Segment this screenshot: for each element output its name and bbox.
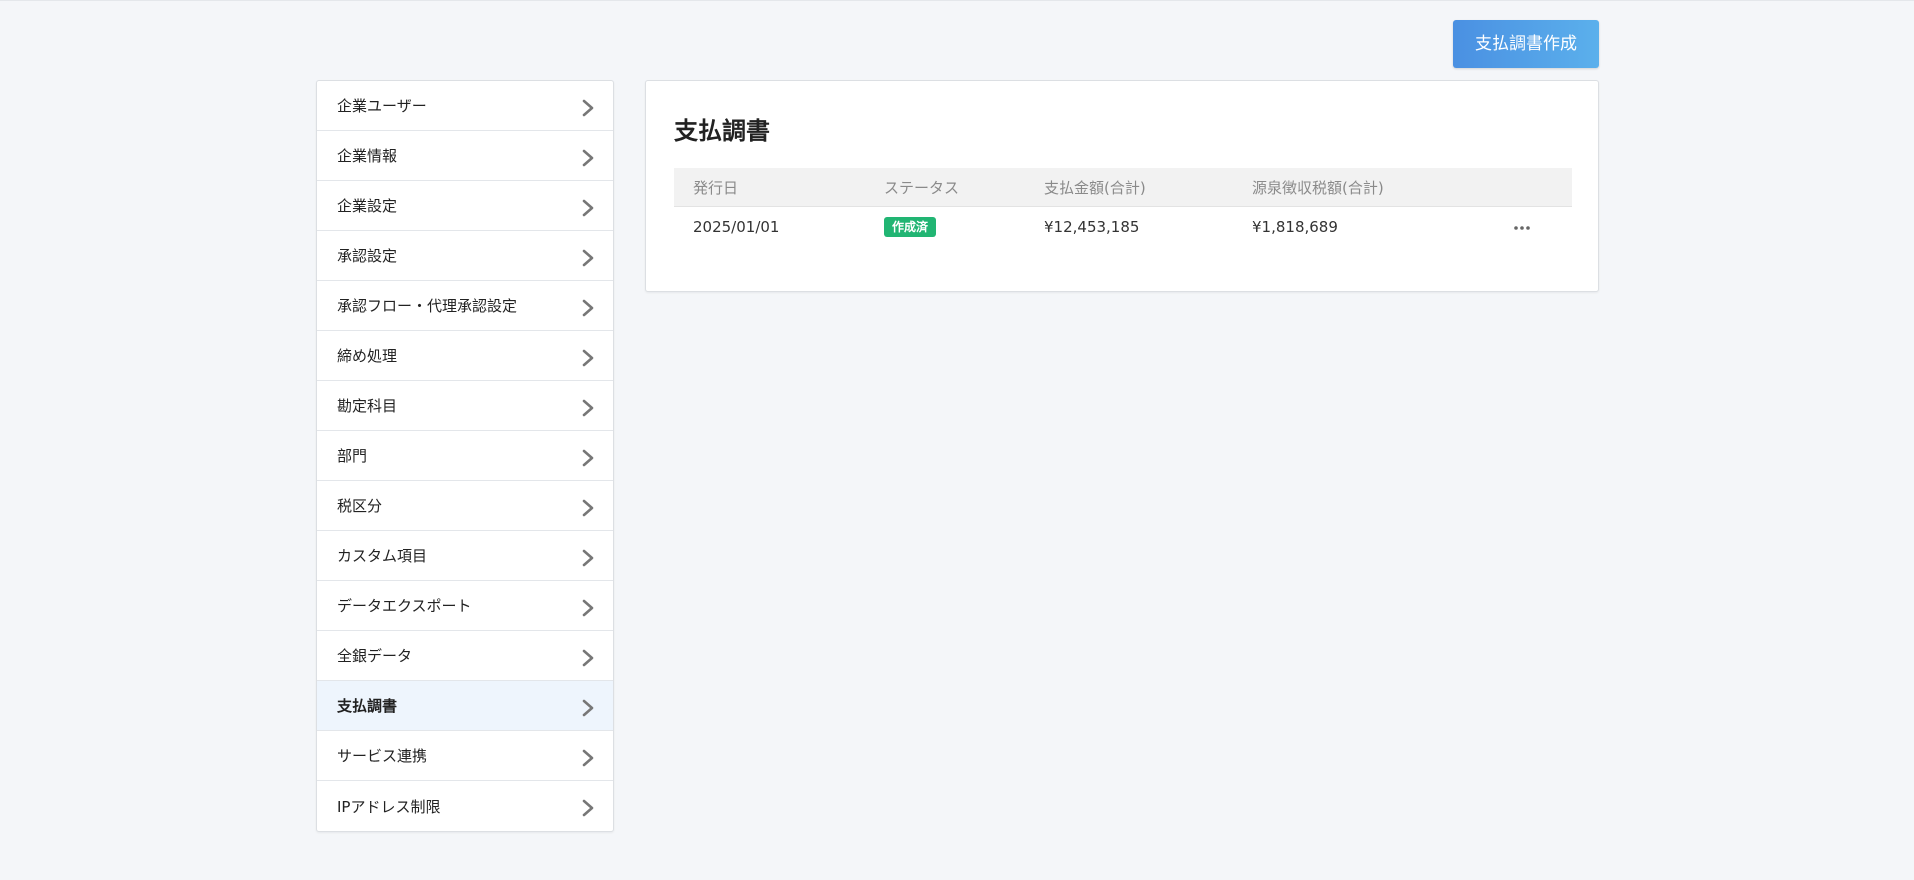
sidebar-item-label: データエクスポート (337, 597, 472, 615)
sidebar-item-ip-restriction[interactable]: IPアドレス制限 (317, 781, 613, 831)
column-header-actions (1492, 168, 1572, 207)
chevron-right-icon (582, 749, 594, 766)
chevron-right-icon (582, 499, 594, 516)
chevron-right-icon (582, 549, 594, 566)
chevron-right-icon (582, 449, 594, 466)
sidebar-item-approval-settings[interactable]: 承認設定 (317, 231, 613, 281)
sidebar-item-label: カスタム項目 (337, 547, 428, 565)
table-row[interactable]: 2025/01/01 作成済 ¥12,453,185 ¥1,818,689 (674, 207, 1572, 248)
sidebar-item-accounts[interactable]: 勘定科目 (317, 381, 613, 431)
chevron-right-icon (582, 699, 594, 716)
page-title: 支払調書 (674, 117, 770, 145)
sidebar-item-label: 部門 (337, 447, 368, 465)
create-payment-record-button[interactable]: 支払調書作成 (1453, 20, 1599, 68)
chevron-right-icon (582, 299, 594, 316)
sidebar-item-label: 勘定科目 (337, 397, 398, 415)
sidebar-item-company-settings[interactable]: 企業設定 (317, 181, 613, 231)
sidebar-item-company-info[interactable]: 企業情報 (317, 131, 613, 181)
sidebar-item-approval-flow[interactable]: 承認フロー・代理承認設定 (317, 281, 613, 331)
sidebar-item-label: 承認設定 (337, 247, 398, 265)
sidebar-item-company-users[interactable]: 企業ユーザー (317, 81, 613, 131)
issue-date-cell: 2025/01/01 (693, 218, 780, 236)
payment-records-table: 発行日 ステータス 支払金額(合計) 源泉徴収税額(合計) 2025/01/01… (674, 168, 1572, 247)
chevron-right-icon (582, 349, 594, 366)
more-horizontal-icon[interactable] (1511, 221, 1533, 235)
sidebar-item-label: 支払調書 (337, 697, 398, 715)
page: 支払調書作成 企業ユーザー 企業情報 企業設定 承認設定 承認フロー・代理承認設… (0, 0, 1914, 880)
chevron-right-icon (582, 399, 594, 416)
chevron-right-icon (582, 599, 594, 616)
column-header-status: ステータス (865, 168, 1025, 207)
chevron-right-icon (582, 99, 594, 116)
sidebar-item-data-export[interactable]: データエクスポート (317, 581, 613, 631)
chevron-right-icon (582, 799, 594, 817)
column-header-issue-date: 発行日 (674, 168, 865, 207)
sidebar-item-label: 企業情報 (337, 147, 398, 165)
sidebar-item-label: 締め処理 (337, 347, 398, 365)
chevron-right-icon (582, 199, 594, 216)
sidebar-item-label: サービス連携 (337, 747, 428, 765)
sidebar-item-closing[interactable]: 締め処理 (317, 331, 613, 381)
chevron-right-icon (582, 249, 594, 266)
withholding-total-cell: ¥1,818,689 (1252, 218, 1338, 236)
sidebar-item-label: 税区分 (337, 497, 383, 515)
sidebar-item-service-integration[interactable]: サービス連携 (317, 731, 613, 781)
status-badge: 作成済 (884, 217, 937, 237)
payment-total-cell: ¥12,453,185 (1044, 218, 1140, 236)
column-header-payment-total: 支払金額(合計) (1025, 168, 1233, 207)
chevron-right-icon (582, 649, 594, 666)
sidebar-item-custom-fields[interactable]: カスタム項目 (317, 531, 613, 581)
sidebar-item-departments[interactable]: 部門 (317, 431, 613, 481)
sidebar-item-label: 企業ユーザー (337, 97, 427, 115)
sidebar-item-label: 承認フロー・代理承認設定 (337, 297, 518, 315)
sidebar-item-label: IPアドレス制限 (337, 797, 441, 816)
sidebar-item-label: 全銀データ (337, 647, 413, 665)
sidebar-item-payment-records[interactable]: 支払調書 (317, 681, 613, 731)
payment-records-panel: 支払調書 発行日 ステータス 支払金額(合計) 源泉徴収税額(合計) 2025/… (645, 80, 1599, 292)
status-cell: 作成済 (865, 207, 1025, 248)
column-header-withholding-total: 源泉徴収税額(合計) (1233, 168, 1492, 207)
chevron-right-icon (582, 149, 594, 166)
sidebar-item-label: 企業設定 (337, 197, 398, 215)
settings-sidebar: 企業ユーザー 企業情報 企業設定 承認設定 承認フロー・代理承認設定 締め処理 … (316, 80, 614, 832)
sidebar-item-zengin-data[interactable]: 全銀データ (317, 631, 613, 681)
actions-cell (1492, 207, 1572, 248)
sidebar-item-tax-categories[interactable]: 税区分 (317, 481, 613, 531)
table-header-row: 発行日 ステータス 支払金額(合計) 源泉徴収税額(合計) (674, 168, 1572, 207)
